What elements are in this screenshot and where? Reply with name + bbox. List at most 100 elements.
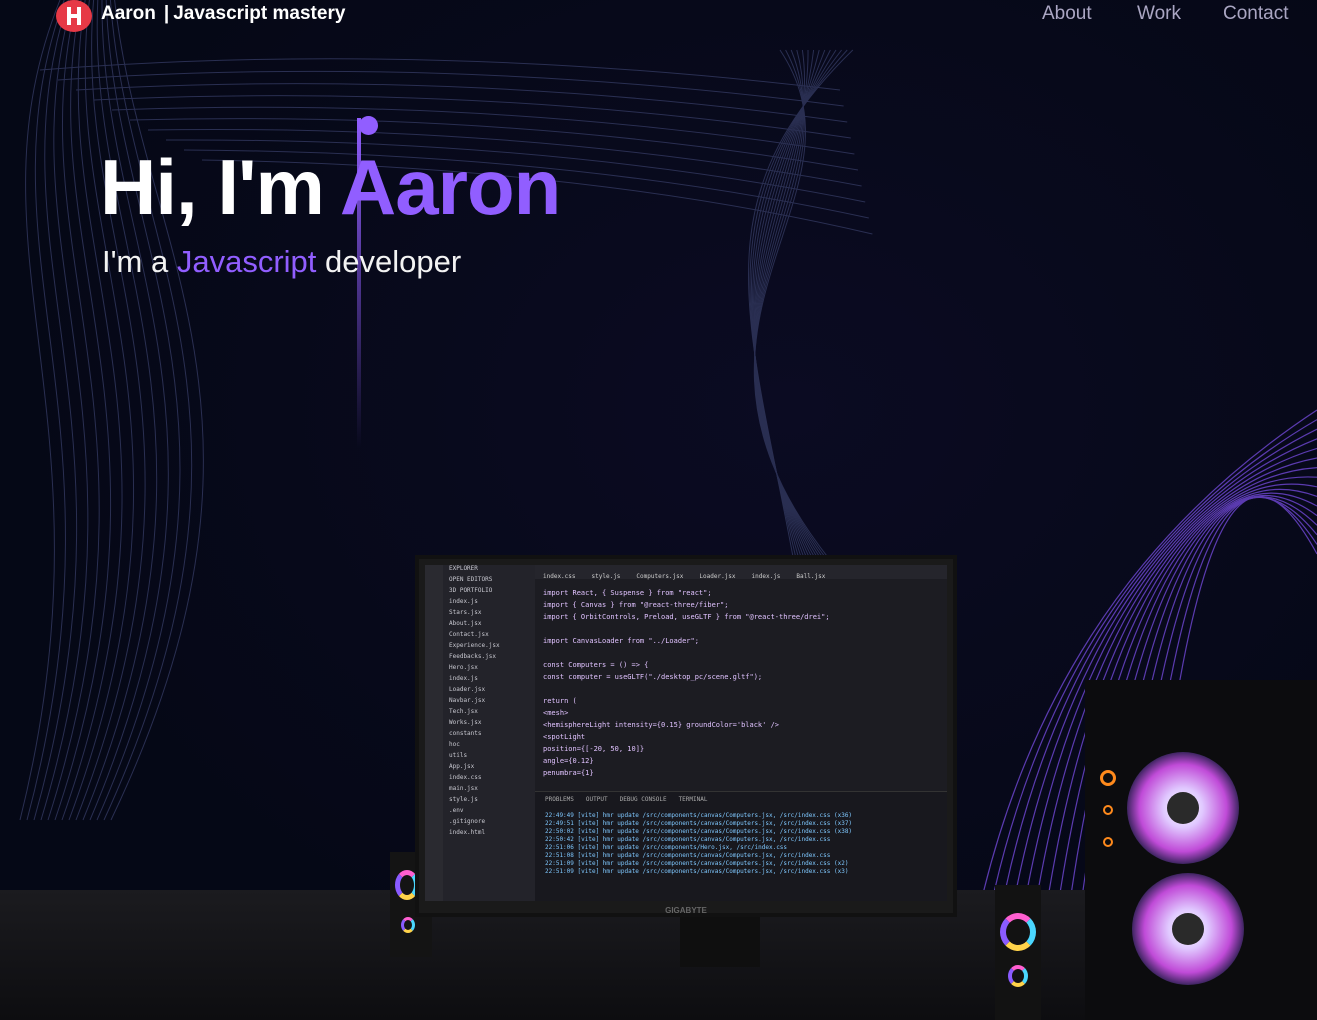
wave-line	[75, 83, 848, 123]
fan-icon	[1132, 873, 1244, 985]
code-line: const Computers = () => {	[543, 661, 649, 669]
nav-link-about[interactable]: About	[1042, 3, 1092, 25]
pc-led-icon	[1100, 770, 1116, 786]
editor-tab[interactable]: index.js	[752, 570, 781, 584]
brand-title[interactable]: Aaron | Javascript mastery	[101, 3, 345, 25]
logo-icon[interactable]	[56, 0, 92, 32]
terminal-tab[interactable]: DEBUG CONSOLE	[620, 796, 667, 803]
monitor-brand: GIGABYTE	[665, 906, 707, 915]
terminal-line: 22:50:02 [vite] hmr update /src/componen…	[545, 828, 853, 835]
terminal-tabs: PROBLEMS OUTPUT DEBUG CONSOLE TERMINAL	[535, 792, 947, 808]
terminal-line: 22:51:09 [vite] hmr update /src/componen…	[545, 868, 849, 875]
hero-name: Aaron	[339, 143, 561, 231]
explorer-item: App.jsx	[449, 763, 475, 770]
brand-separator: |	[163, 3, 170, 24]
explorer-item: constants	[449, 730, 482, 737]
speaker-ring-icon	[1008, 965, 1028, 987]
explorer-item: Loader.jsx	[449, 686, 486, 693]
hero-title: Hi, I'm Aaron	[100, 148, 561, 226]
explorer-item: .gitignore	[449, 818, 486, 825]
speaker-ring-icon	[1000, 913, 1036, 951]
terminal-line: 22:49:49 [vite] hmr update /src/componen…	[545, 812, 853, 819]
explorer-item: Works.jsx	[449, 719, 482, 726]
editor-activity-bar	[425, 565, 443, 901]
editor-pane: index.css style.js Computers.jsx Loader.jsx…	[535, 565, 947, 901]
explorer-item: style.js	[449, 796, 478, 803]
editor-tab[interactable]: Ball.jsx	[796, 570, 825, 584]
hero-accent-dot	[359, 116, 378, 135]
code-line: angle={0.12}	[543, 757, 594, 765]
explorer-item: 3D PORTFOLIO	[449, 587, 493, 594]
code-line: position={[-20, 50, 10]}	[543, 745, 645, 753]
nav-link-work[interactable]: Work	[1137, 3, 1181, 25]
explorer-item: main.jsx	[449, 785, 478, 792]
wave-line	[93, 95, 851, 139]
terminal-line: 22:49:51 [vite] hmr update /src/componen…	[545, 820, 853, 827]
wave-line	[57, 70, 844, 107]
explorer-item: index.css	[449, 774, 482, 781]
monitor: EXPLORER OPEN EDITORS 3D PORTFOLIO index.js…	[415, 555, 957, 917]
pc-tower	[1085, 680, 1317, 1020]
explorer-item: Contact.jsx	[449, 631, 489, 638]
editor-terminal: PROBLEMS OUTPUT DEBUG CONSOLE TERMINAL 22:4…	[535, 791, 947, 901]
explorer-item: utils	[449, 752, 468, 759]
fan-icon	[1127, 752, 1239, 864]
hero-sub-prefix: I'm a	[102, 244, 169, 279]
editor-tab[interactable]: style.js	[592, 570, 621, 584]
explorer-item: Feedbacks.jsx	[449, 653, 496, 660]
hero-sub-suffix: developer	[325, 244, 462, 279]
terminal-tab[interactable]: TERMINAL	[679, 796, 708, 803]
code-line: import React, { Suspense } from "react";	[543, 589, 712, 597]
explorer-item: .env	[449, 807, 464, 814]
editor-tab[interactable]: Loader.jsx	[699, 570, 735, 584]
explorer-item: EXPLORER	[449, 565, 478, 572]
nav-link-contact[interactable]: Contact	[1223, 3, 1288, 25]
explorer-item: OPEN EDITORS	[449, 576, 493, 583]
explorer-item: index.js	[449, 598, 478, 605]
monitor-stand	[680, 917, 760, 967]
editor-tabs: index.css style.js Computers.jsx Loader.jsx…	[535, 565, 947, 580]
terminal-tab[interactable]: PROBLEMS	[545, 796, 574, 803]
hero-page: Aaron | Javascript mastery About Work Cont…	[0, 0, 1317, 1020]
editor-tab[interactable]: index.css	[543, 570, 576, 584]
pc-led-icon	[1103, 837, 1113, 847]
code-line: penumbra={1}	[543, 769, 594, 777]
hero-greeting: Hi, I'm	[100, 143, 325, 231]
explorer-item: Hero.jsx	[449, 664, 478, 671]
explorer-item: Navbar.jsx	[449, 697, 486, 704]
explorer-item: Experience.jsx	[449, 642, 500, 649]
pc-led-icon	[1103, 805, 1113, 815]
code-line: <mesh>	[543, 709, 569, 717]
explorer-item: Tech.jsx	[449, 708, 478, 715]
code-line: <spotLight	[543, 733, 586, 741]
terminal-tab[interactable]: OUTPUT	[586, 796, 608, 803]
editor-code: import React, { Suspense } from "react";…	[543, 589, 943, 781]
code-line: import CanvasLoader from "../Loader";	[543, 637, 699, 645]
hero-subtitle: I'm a Javascript developer	[102, 244, 461, 280]
brand-tagline: Javascript mastery	[173, 3, 346, 24]
explorer-item: Stars.jsx	[449, 609, 482, 616]
explorer-item: index.js	[449, 675, 478, 682]
code-editor-screen: EXPLORER OPEN EDITORS 3D PORTFOLIO index.js…	[425, 565, 947, 901]
speaker-ring-icon	[401, 917, 415, 933]
desktop-scene[interactable]: EXPLORER OPEN EDITORS 3D PORTFOLIO index.js…	[0, 500, 1317, 1020]
navbar: Aaron | Javascript mastery About Work Cont…	[0, 0, 1317, 32]
explorer-item: About.jsx	[449, 620, 482, 627]
code-line: return (	[543, 697, 577, 705]
terminal-line: 22:50:42 [vite] hmr update /src/componen…	[545, 836, 831, 843]
code-line: import { Canvas } from "@react-three/fib…	[543, 601, 729, 609]
code-line: import { OrbitControls, Preload, useGLTF…	[543, 613, 830, 621]
terminal-line: 22:51:08 [vite] hmr update /src/componen…	[545, 852, 831, 859]
brand-name: Aaron	[101, 3, 156, 24]
editor-tab[interactable]: Computers.jsx	[636, 570, 683, 584]
hero-sub-accent: Javascript	[176, 244, 317, 279]
explorer-item: index.html	[449, 829, 486, 836]
code-line: const computer = useGLTF("./desktop_pc/s…	[543, 673, 763, 681]
editor-explorer: EXPLORER OPEN EDITORS 3D PORTFOLIO index.js…	[443, 565, 535, 901]
explorer-item: hoc	[449, 741, 460, 748]
right-speaker	[995, 885, 1041, 1020]
terminal-line: 22:51:06 [vite] hmr update /src/componen…	[545, 844, 788, 851]
